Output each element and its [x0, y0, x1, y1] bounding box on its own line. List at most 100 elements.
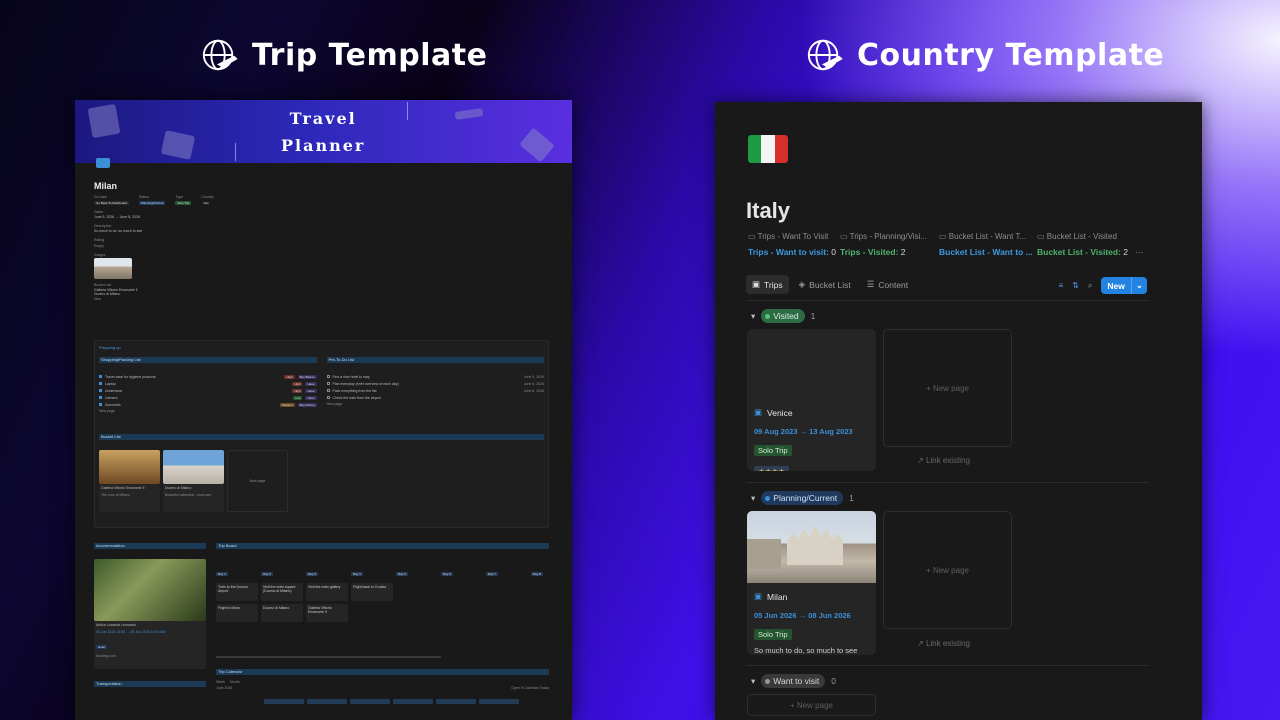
- tag-icon: ◈: [798, 279, 806, 289]
- hotel-card[interactable]: Antica Locanda Leonardo 05 Jun 2026 13:0…: [94, 559, 206, 669]
- calendar-event[interactable]: [307, 699, 347, 704]
- board-card[interactable]: Galleria Vittorio Emanuele II: [306, 604, 348, 622]
- checkbox[interactable]: [326, 375, 330, 378]
- type-tag[interactable]: Solo Trip: [175, 201, 192, 205]
- trip-calendar-header: Trip Calendar: [216, 669, 549, 675]
- plane-icon: [454, 108, 484, 120]
- prop-label: ▭ Bucket List - Visited: [1037, 232, 1117, 241]
- dates-value[interactable]: June 5, 2026 → June 8, 2026: [94, 215, 553, 219]
- link-existing-button[interactable]: ↗ Link existing: [917, 639, 970, 648]
- description-value[interactable]: So much to do, so much to see: [94, 229, 553, 233]
- todo-date: June 5, 2026: [523, 381, 544, 386]
- day-label: Day 7: [486, 572, 498, 576]
- board-card[interactable]: Flight back to Croatia: [351, 583, 393, 601]
- checkbox[interactable]: [99, 396, 102, 399]
- milan-thumbnail[interactable]: [94, 258, 132, 279]
- tab-bucket-list[interactable]: ◈ Bucket List: [793, 275, 857, 294]
- go-back-link[interactable]: Go Back To Dashboard: [94, 201, 129, 205]
- board-card[interactable]: Duomo di Milano: [261, 604, 303, 622]
- calendar-event[interactable]: [264, 699, 304, 704]
- checkbox[interactable]: [99, 389, 102, 392]
- group-count: 1: [810, 311, 816, 321]
- calendar-event[interactable]: [479, 699, 519, 704]
- calendar-event[interactable]: [436, 699, 476, 704]
- rating-value[interactable]: Empty: [94, 243, 553, 249]
- new-page-card[interactable]: + New page: [883, 511, 1012, 629]
- board-scrollbar[interactable]: [216, 656, 441, 658]
- chevron-down-icon[interactable]: ▾: [751, 311, 755, 322]
- todo-item[interactable]: Plan everyday (brief overview of each da…: [326, 380, 544, 387]
- day-label: Day 1: [216, 572, 228, 576]
- category-tag: Buy Before: [297, 374, 317, 379]
- rating-tag: ★★★★: [754, 466, 789, 471]
- chevron-down-icon[interactable]: ▾: [751, 676, 755, 687]
- category-tag: Buy During: [297, 402, 317, 407]
- board-card[interactable]: Visit the main square (Duomo di Milano): [261, 583, 303, 601]
- bucket-want-to-rollup[interactable]: Bucket List - Want to ...: [939, 247, 1033, 257]
- board-column: Day 8: [531, 562, 549, 632]
- new-link[interactable]: New: [94, 296, 553, 302]
- sort-icon[interactable]: ⇅: [1072, 281, 1079, 290]
- link-existing-button[interactable]: ↗ Link existing: [917, 456, 970, 465]
- trip-card-venice[interactable]: ▣ Venice 09 Aug 2023 → 13 Aug 2023 Solo T…: [747, 329, 876, 471]
- trips-visited-rollup[interactable]: Trips - Visited: 2: [840, 247, 906, 257]
- chevron-down-icon[interactable]: ▾: [751, 493, 755, 504]
- planning-pill: Planning/Current: [761, 491, 844, 505]
- checkbox[interactable]: [99, 403, 102, 406]
- today-button[interactable]: Today: [540, 686, 549, 690]
- bucket-card[interactable]: Galleria Vittorio Emanuele II The Icon o…: [99, 450, 160, 512]
- board-card[interactable]: Train to the Duomo Airport: [216, 583, 258, 601]
- todo-item[interactable]: Check the train from the airport: [326, 394, 545, 401]
- shopping-item[interactable]: Souvenirs Medium Buy During: [99, 401, 317, 408]
- group-visited[interactable]: ▾ Visited 1: [751, 309, 815, 323]
- chevron-down-icon[interactable]: ⌄: [1130, 277, 1147, 294]
- checkbox[interactable]: [326, 396, 330, 399]
- new-page-button[interactable]: New page: [327, 401, 545, 407]
- more-properties-button[interactable]: ···: [1135, 247, 1144, 257]
- shopping-item[interactable]: Laptop High Have: [99, 380, 317, 387]
- calendar-event[interactable]: [393, 699, 433, 704]
- new-page-card[interactable]: New page: [227, 450, 288, 512]
- trip-card-milan[interactable]: ▣ Milan 05 Jun 2026 → 08 Jun 2026 Solo Tr…: [747, 511, 876, 655]
- checkbox[interactable]: [99, 375, 102, 378]
- board-column: Day 4 Flight back to Croatia: [351, 562, 393, 632]
- page-title: Milan: [94, 181, 118, 191]
- group-planning[interactable]: ▾ Planning/Current 1: [751, 491, 854, 505]
- new-button[interactable]: New ⌄: [1101, 277, 1147, 294]
- calendar-event[interactable]: [350, 699, 390, 704]
- calendar-month: June 2026: [216, 686, 233, 690]
- board-card[interactable]: Flight to Milan: [216, 604, 258, 622]
- tab-trips[interactable]: ▣ Trips: [746, 275, 789, 294]
- new-page-card[interactable]: + New page: [883, 329, 1012, 447]
- checkbox[interactable]: [99, 382, 102, 385]
- filter-icon[interactable]: ≡: [1059, 281, 1064, 290]
- hotel-image: [94, 559, 206, 621]
- search-icon[interactable]: ⌕: [1088, 281, 1092, 291]
- country-tag[interactable]: Italy: [201, 201, 211, 205]
- group-want-to-visit[interactable]: ▾ Want to visit 0: [751, 674, 836, 688]
- day-label: Day 2: [261, 572, 273, 576]
- trips-want-to-visit-rollup[interactable]: Trips - Want to visit: 0: [748, 247, 836, 257]
- bucket-card[interactable]: Duomo di Milano Beautiful cathedral - mu…: [163, 450, 224, 512]
- bucket-visited-rollup[interactable]: Bucket List - Visited: 2: [1037, 247, 1128, 257]
- status-tag[interactable]: Planning/Current: [138, 201, 166, 205]
- todo-date: June 5, 2026: [523, 374, 544, 379]
- page-icon: ▣: [754, 591, 763, 601]
- checkbox[interactable]: [326, 382, 330, 385]
- new-page-row[interactable]: + New page: [747, 694, 876, 716]
- accommodation-section: Accommodation Antica Locanda Leonardo 05…: [94, 543, 206, 687]
- todo-list-header: Pre-To-Do List: [326, 357, 544, 363]
- shopping-item[interactable]: Underwear High Have: [99, 387, 317, 394]
- shopping-item[interactable]: Camera Low Have: [99, 394, 317, 401]
- todo-item[interactable]: Find a nice hotel to stay June 5, 2026: [326, 373, 544, 380]
- new-page-button[interactable]: New page: [99, 408, 317, 414]
- prop-label: ▭ Bucket List - Want T...: [939, 232, 1027, 241]
- prop-label: ▭ Trips - Want To Visit: [748, 232, 829, 241]
- board-card[interactable]: Visit the main gallery: [306, 583, 348, 601]
- checkbox[interactable]: [326, 389, 330, 392]
- visited-pill: Visited: [761, 309, 805, 323]
- open-calendar-button[interactable]: Open in Calendar: [511, 686, 538, 690]
- tab-content[interactable]: ☰ Content: [861, 275, 914, 294]
- todo-item[interactable]: Pack everything from the list June 6, 202…: [326, 387, 544, 394]
- shopping-item[interactable]: Travel case for hygiene products High Buy …: [99, 373, 317, 380]
